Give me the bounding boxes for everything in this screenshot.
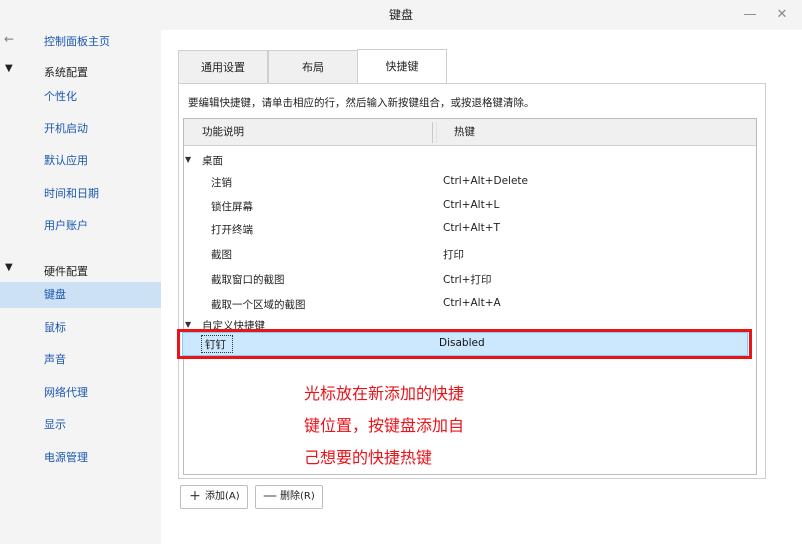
sidebar-item-startup[interactable]: 开机启动 xyxy=(0,116,161,142)
minus-icon: — xyxy=(263,488,277,504)
row-hotkey[interactable]: Ctrl+Alt+Delete xyxy=(443,175,528,187)
row-hotkey[interactable]: Ctrl+Alt+T xyxy=(443,222,500,234)
column-header-hotkey[interactable]: 热键 xyxy=(454,119,475,146)
tab-shortcuts[interactable]: 快捷键 xyxy=(357,49,447,84)
tab-layout[interactable]: 布局 xyxy=(268,50,358,83)
sidebar-item-display[interactable]: 显示 xyxy=(0,412,161,438)
row-function[interactable]: 注销 xyxy=(211,175,232,190)
sidebar-item-datetime[interactable]: 时间和日期 xyxy=(0,181,161,207)
tab-general[interactable]: 通用设置 xyxy=(178,50,268,83)
title-bar: 键盘 — ✕ xyxy=(0,0,802,30)
window-title: 键盘 xyxy=(388,8,413,22)
column-header-function[interactable]: 功能说明 xyxy=(202,119,244,146)
delete-button[interactable]: — 删除(R) xyxy=(255,485,323,509)
sidebar-item-personalize[interactable]: 个性化 xyxy=(0,84,161,110)
annotation-line: 光标放在新添加的快捷 xyxy=(304,384,465,403)
row-function[interactable]: 截取一个区域的截图 xyxy=(211,297,306,312)
sidebar: ← 控制面板主页 ▼ 系统配置 个性化 开机启动 默认应用 时间和日期 用户账户… xyxy=(0,30,161,544)
sidebar-item-users[interactable]: 用户账户 xyxy=(0,213,161,239)
expand-arrow-icon[interactable]: ▼ xyxy=(185,155,191,164)
sidebar-item-keyboard[interactable]: 键盘 xyxy=(0,282,161,308)
row-function[interactable]: 打开终端 xyxy=(211,222,253,237)
annotation-line: 己想要的快捷热键 xyxy=(304,448,433,467)
group-hardware-label: 硬件配置 xyxy=(44,265,88,278)
add-button-label: 添加(A) xyxy=(205,491,240,502)
expand-arrow-icon[interactable]: ▼ xyxy=(185,320,191,329)
add-button[interactable]: + 添加(A) xyxy=(180,485,248,509)
back-arrow-icon[interactable]: ← xyxy=(4,31,18,47)
nav-home-link[interactable]: 控制面板主页 xyxy=(44,33,110,49)
column-divider[interactable] xyxy=(432,122,433,143)
sidebar-item-sound[interactable]: 声音 xyxy=(0,347,161,373)
row-function[interactable]: 锁住屏幕 xyxy=(211,199,253,214)
close-icon[interactable]: ✕ xyxy=(772,5,792,25)
row-hotkey[interactable]: Ctrl+打印 xyxy=(443,272,491,287)
sidebar-item-power[interactable]: 电源管理 xyxy=(0,445,161,471)
row-hotkey[interactable]: Ctrl+Alt+L xyxy=(443,199,499,211)
minimize-icon[interactable]: — xyxy=(740,5,760,25)
row-hotkey[interactable]: 打印 xyxy=(443,247,464,262)
tree-header: 功能说明 热键 xyxy=(184,119,756,146)
annotation-line: 键位置，按键盘添加自 xyxy=(304,416,465,435)
sidebar-item-mouse[interactable]: 鼠标 xyxy=(0,315,161,341)
sidebar-item-default-apps[interactable]: 默认应用 xyxy=(0,148,161,174)
row-function[interactable]: 截取窗口的截图 xyxy=(211,272,285,287)
group-collapse-icon[interactable]: ▼ xyxy=(5,262,15,274)
sidebar-item-proxy[interactable]: 网络代理 xyxy=(0,380,161,406)
annotation-highlight-box xyxy=(177,329,752,359)
row-hotkey[interactable]: Ctrl+Alt+A xyxy=(443,297,501,309)
group-collapse-icon[interactable]: ▼ xyxy=(5,63,15,75)
delete-button-label: 删除(R) xyxy=(280,491,315,502)
category-desktop[interactable]: 桌面 xyxy=(202,153,223,168)
row-function[interactable]: 截图 xyxy=(211,247,232,262)
group-system-label: 系统配置 xyxy=(44,66,88,79)
column-divider xyxy=(436,122,437,143)
hint-text: 要编辑快捷键，请单击相应的行，然后输入新按键组合，或按退格键清除。 xyxy=(188,97,535,109)
plus-icon: + xyxy=(189,488,201,504)
